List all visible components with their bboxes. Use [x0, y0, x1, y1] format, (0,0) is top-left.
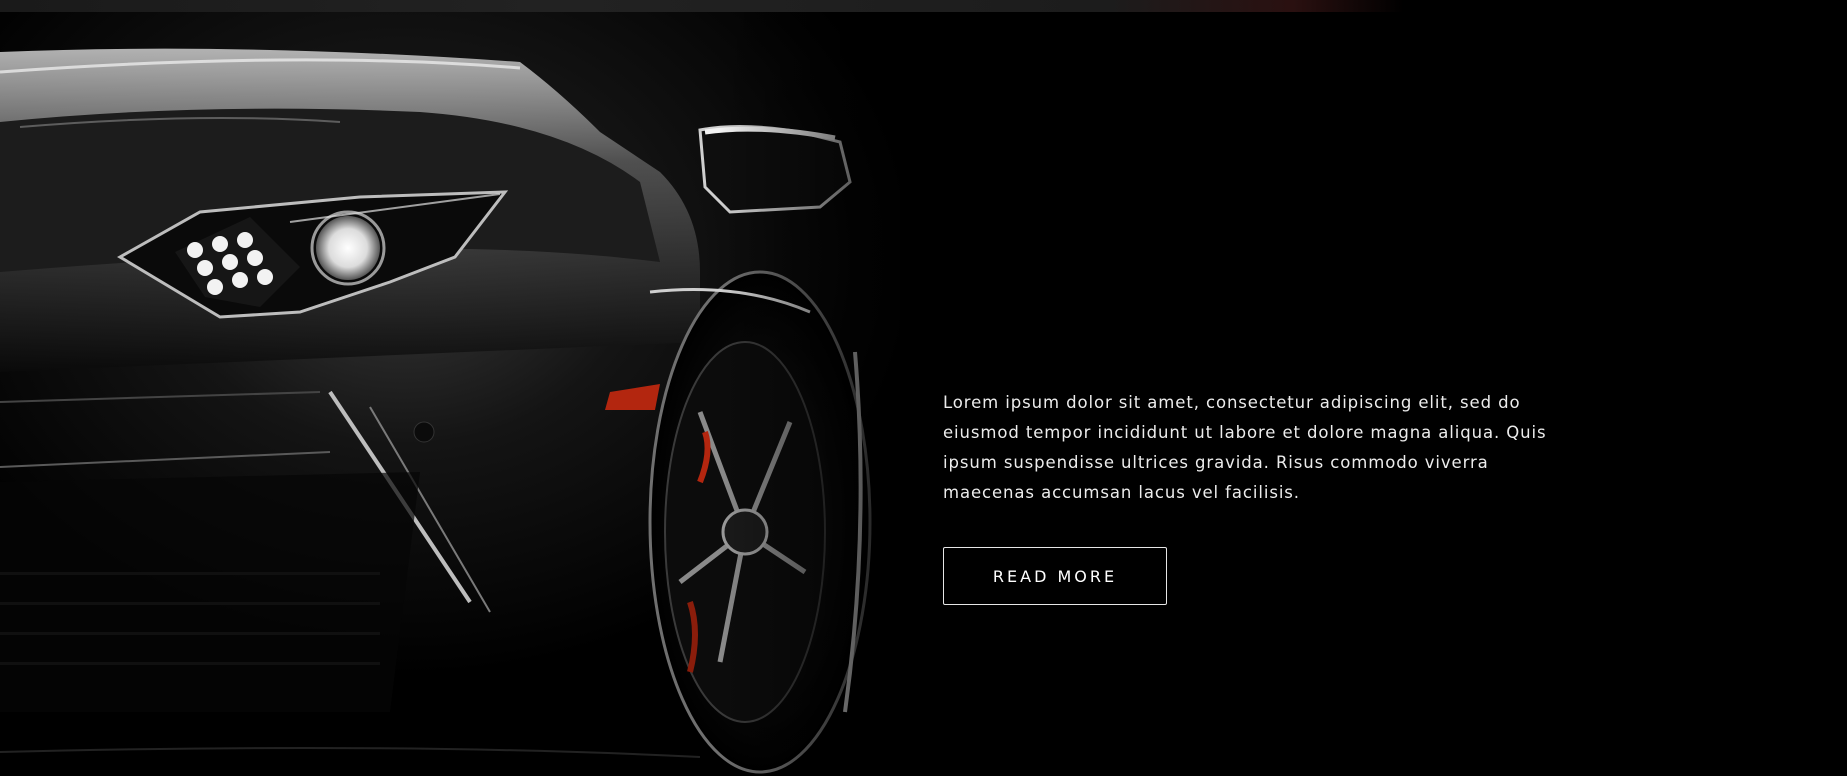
hero-content: Lorem ipsum dolor sit amet, consectetur … — [943, 388, 1583, 508]
previous-section-edge — [0, 0, 1847, 12]
hero-section: Lorem ipsum dolor sit amet, consectetur … — [0, 0, 1847, 776]
car-hero-image — [0, 12, 960, 776]
hero-description: Lorem ipsum dolor sit amet, consectetur … — [943, 393, 1547, 502]
read-more-button[interactable]: READ MORE — [943, 547, 1167, 605]
